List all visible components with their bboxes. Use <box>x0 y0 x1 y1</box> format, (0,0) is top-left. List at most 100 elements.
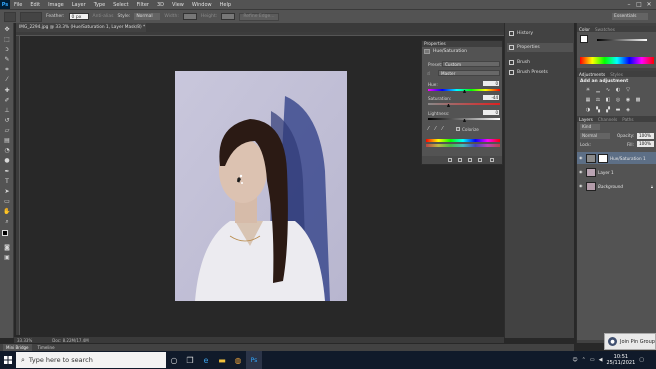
height-input[interactable] <box>221 13 236 20</box>
tab-adjustments[interactable]: Adjustments <box>579 72 605 77</box>
layer-mask-thumbnail[interactable] <box>598 153 608 163</box>
view-previous-icon[interactable] <box>458 158 462 162</box>
blend-mode-select[interactable]: Normal <box>580 133 610 139</box>
tab-timeline[interactable]: Timeline <box>38 345 55 350</box>
brightness-contrast-icon[interactable]: ☀ <box>585 87 591 93</box>
shape-tool-icon[interactable]: ▭ <box>3 198 11 205</box>
move-tool-icon[interactable]: ✥ <box>3 26 11 33</box>
strip-properties[interactable]: Properties <box>507 43 573 52</box>
tab-layers[interactable]: Layers <box>579 117 593 122</box>
visibility-eye-icon[interactable]: ◉ <box>579 184 584 188</box>
crop-tool-icon[interactable]: ⌗ <box>3 66 11 73</box>
menu-view[interactable]: View <box>168 2 188 8</box>
reset-icon[interactable] <box>468 158 472 162</box>
tab-channels[interactable]: Channels <box>598 117 617 122</box>
visibility-eye-icon[interactable]: ◉ <box>579 170 584 174</box>
menu-select[interactable]: Select <box>109 2 132 8</box>
menu-image[interactable]: Image <box>44 2 68 8</box>
fill-input[interactable]: 100% <box>637 141 654 147</box>
marquee-tool-preset-icon[interactable] <box>4 11 16 22</box>
layer-row-layer-1[interactable]: ◉ Layer 1 <box>577 166 656 178</box>
taskbar-search-box[interactable]: ⌕ Type here to search <box>16 352 166 368</box>
file-explorer-icon[interactable]: ▬ <box>214 351 230 369</box>
workspace-select[interactable]: Essentials <box>612 13 648 20</box>
minimize-icon[interactable]: – <box>624 0 634 9</box>
visibility-eye-icon[interactable]: ◉ <box>579 156 584 160</box>
exposure-icon[interactable]: ◐ <box>615 87 621 93</box>
chrome-icon[interactable]: ◍ <box>230 351 246 369</box>
zoom-tool-icon[interactable]: ⌕ <box>3 218 11 225</box>
preset-select[interactable]: Custom <box>442 61 500 67</box>
type-tool-icon[interactable]: T <box>3 178 11 185</box>
eyedropper-plus-icon[interactable]: ⁄ <box>435 126 436 132</box>
brush-tool-icon[interactable]: ✐ <box>3 97 11 104</box>
levels-icon[interactable]: ▁ <box>595 87 601 93</box>
horizontal-ruler[interactable] <box>16 32 504 36</box>
channel-mixer-icon[interactable]: ◉ <box>625 97 631 103</box>
tab-mini-bridge[interactable]: Mini Bridge <box>3 344 32 351</box>
curves-icon[interactable]: ∿ <box>605 87 611 93</box>
menu-layer[interactable]: Layer <box>68 2 90 8</box>
menu-filter[interactable]: Filter <box>133 2 153 8</box>
cortana-icon[interactable]: ○ <box>166 351 182 369</box>
clock[interactable]: 10:51 25/11/2021 <box>606 354 635 366</box>
threshold-icon[interactable]: ▞ <box>605 107 611 113</box>
notification-popup[interactable]: ● Join Pin Group <box>604 333 656 350</box>
color-lookup-icon[interactable]: ▩ <box>635 97 641 103</box>
eyedropper-tool-icon[interactable]: ⁄ <box>3 76 11 83</box>
pen-tool-icon[interactable]: ✒ <box>3 168 11 175</box>
opacity-input[interactable]: 100% <box>637 133 654 139</box>
strip-brush-presets[interactable]: Brush Presets <box>507 68 573 77</box>
menu-3d[interactable]: 3D <box>153 2 168 8</box>
width-input[interactable] <box>182 13 197 20</box>
refine-edge-button[interactable]: Refine Edge... <box>239 12 279 21</box>
photoshop-taskbar-icon[interactable]: Ps <box>246 351 262 369</box>
eyedropper-icon[interactable]: ⁄ <box>428 126 429 132</box>
maximize-icon[interactable]: □ <box>634 0 644 9</box>
lasso-tool-icon[interactable]: ↄ <box>3 46 11 53</box>
selection-mode-icon[interactable] <box>20 11 42 22</box>
layer-row-background[interactable]: ◉ Background 🔒︎ <box>577 180 656 192</box>
black-white-icon[interactable]: ◧ <box>605 97 611 103</box>
colorize-checkbox[interactable] <box>456 127 460 131</box>
trash-icon[interactable] <box>490 158 494 162</box>
hue-slider-thumb[interactable] <box>462 90 466 93</box>
hue-value[interactable]: 0 <box>483 81 499 86</box>
foreground-swatch[interactable] <box>580 35 588 43</box>
blur-tool-icon[interactable]: ◔ <box>3 147 11 154</box>
layer-filter-kind[interactable]: Kind <box>580 124 600 130</box>
speaker-icon[interactable]: ◀ <box>599 357 603 363</box>
layer-row-hue-saturation[interactable]: ◉ Hue/Saturation 1 <box>577 152 656 164</box>
hand-target-icon[interactable]: ☝ <box>427 71 430 77</box>
tab-color[interactable]: Color <box>579 27 590 32</box>
gradient-map-icon[interactable]: ▬ <box>615 107 621 113</box>
vibrance-icon[interactable]: ▽ <box>625 87 631 93</box>
path-selection-tool-icon[interactable]: ➤ <box>3 188 11 195</box>
photo-filter-icon[interactable]: ◎ <box>615 97 621 103</box>
vertical-ruler[interactable] <box>16 36 20 335</box>
task-view-icon[interactable]: ❐ <box>182 351 198 369</box>
clone-stamp-tool-icon[interactable]: ⊥ <box>3 107 11 114</box>
gradient-tool-icon[interactable]: ▤ <box>3 137 11 144</box>
posterize-icon[interactable]: ▚ <box>595 107 601 113</box>
saturation-slider[interactable] <box>428 103 500 105</box>
feather-input[interactable]: 0 px <box>68 13 89 20</box>
tab-paths[interactable]: Paths <box>622 117 633 122</box>
strip-history[interactable]: History <box>507 29 573 38</box>
anti-alias-checkbox[interactable]: Anti-alias <box>93 14 114 19</box>
notifications-icon[interactable]: ▢ <box>639 357 644 363</box>
channel-select[interactable]: Master <box>438 70 500 76</box>
lightness-value[interactable]: 0 <box>483 110 499 115</box>
screen-mode-icon[interactable]: ▣ <box>3 254 11 261</box>
close-icon[interactable]: ✕ <box>644 0 654 9</box>
quick-mask-icon[interactable]: ◙ <box>3 244 11 251</box>
clip-to-layer-icon[interactable] <box>448 158 452 162</box>
menu-help[interactable]: Help <box>216 2 235 8</box>
document-info[interactable]: Doc: 8.22M/17.4M <box>52 338 88 343</box>
network-icon[interactable]: ▭ <box>590 357 595 363</box>
visibility-icon[interactable] <box>478 158 482 162</box>
hand-tool-icon[interactable]: ✋ <box>3 208 11 215</box>
history-brush-tool-icon[interactable]: ↺ <box>3 117 11 124</box>
menu-file[interactable]: File <box>10 2 26 8</box>
invert-icon[interactable]: ◑ <box>585 107 591 113</box>
